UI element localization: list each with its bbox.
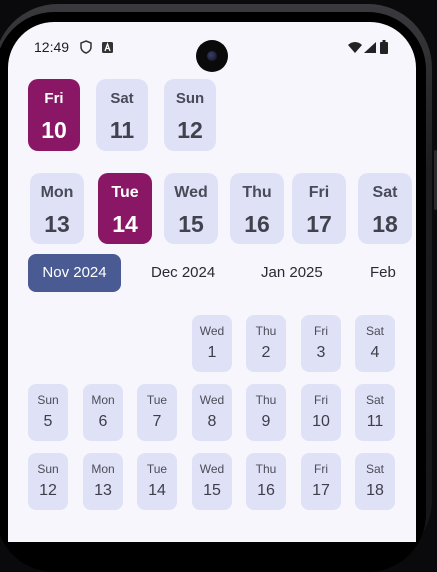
day-name: Fri xyxy=(314,393,328,407)
calendar-day[interactable]: Sat 18 xyxy=(355,453,395,510)
day-number: 3 xyxy=(316,344,326,361)
camera-cutout xyxy=(196,40,228,72)
day-number: 18 xyxy=(372,211,398,237)
calendar-day[interactable]: Sat 11 xyxy=(355,384,395,441)
day-name: Sat xyxy=(372,184,398,201)
day-tile[interactable]: Tue 14 xyxy=(98,173,152,244)
day-tile[interactable]: Thu 16 xyxy=(230,173,284,244)
day-number: 14 xyxy=(148,482,166,499)
calendar-day[interactable]: Tue 14 xyxy=(137,453,177,510)
day-number: 2 xyxy=(261,344,271,361)
day-number: 6 xyxy=(98,413,108,430)
calendar-day[interactable]: Sun 12 xyxy=(28,453,68,510)
day-name: Sun xyxy=(175,90,205,107)
day-name: Sat xyxy=(365,462,384,476)
calendar-day[interactable]: Mon 13 xyxy=(83,453,123,510)
calendar-day[interactable]: Wed 8 xyxy=(192,384,232,441)
day-number: 8 xyxy=(207,413,217,430)
day-number: 14 xyxy=(112,211,138,237)
day-name: Wed xyxy=(199,324,225,338)
day-number: 18 xyxy=(366,482,384,499)
day-number: 10 xyxy=(41,117,67,143)
a-letter-icon xyxy=(102,42,113,53)
day-name: Sun xyxy=(37,393,59,407)
calendar-day[interactable]: Thu 2 xyxy=(246,315,286,372)
calendar-day[interactable]: Sun 5 xyxy=(28,384,68,441)
day-number: 10 xyxy=(312,413,330,430)
day-name: Sat xyxy=(110,90,134,107)
day-name: Fri xyxy=(314,324,328,338)
calendar-day[interactable]: Fri 10 xyxy=(301,384,341,441)
calendar-day[interactable]: Wed 1 xyxy=(192,315,232,372)
day-number: 16 xyxy=(244,211,270,237)
screen: 12:49 Fri 10 Sat 11 Sun 12 Mon 13 Tue 14 Wed 15 Thu… xyxy=(8,22,416,542)
day-number: 12 xyxy=(39,482,57,499)
day-name: Wed xyxy=(199,393,225,407)
calendar-day[interactable]: Sat 4 xyxy=(355,315,395,372)
status-bar: 12:49 xyxy=(8,22,416,74)
day-number: 12 xyxy=(177,117,203,143)
month-chip[interactable]: Feb xyxy=(370,254,396,292)
wifi-icon xyxy=(348,42,362,53)
day-name: Tue xyxy=(146,393,168,407)
calendar-day[interactable]: Thu 16 xyxy=(246,453,286,510)
day-tile[interactable]: Sun 12 xyxy=(164,79,216,151)
day-tile[interactable]: Sat 11 xyxy=(96,79,148,151)
day-number: 15 xyxy=(178,211,204,237)
day-name: Wed xyxy=(174,184,208,201)
day-number: 4 xyxy=(370,344,380,361)
day-name: Sat xyxy=(365,393,384,407)
day-number: 17 xyxy=(306,211,332,237)
day-name: Mon xyxy=(40,184,74,201)
day-number: 11 xyxy=(109,117,135,143)
battery-icon xyxy=(380,40,388,54)
day-name: Mon xyxy=(91,393,115,407)
day-number: 13 xyxy=(44,211,70,237)
month-chip[interactable]: Dec 2024 xyxy=(151,254,215,292)
day-tile[interactable]: Fri 17 xyxy=(292,173,346,244)
day-number: 13 xyxy=(94,482,112,499)
calendar-day[interactable]: Mon 6 xyxy=(83,384,123,441)
shield-icon xyxy=(80,40,92,54)
day-name: Mon xyxy=(91,462,115,476)
day-name: Sun xyxy=(37,462,59,476)
month-chip[interactable]: Nov 2024 xyxy=(28,254,121,292)
day-number: 5 xyxy=(43,413,53,430)
month-selector: Nov 2024 Dec 2024 Jan 2025 Feb xyxy=(8,254,416,292)
day-name: Fri xyxy=(314,462,328,476)
day-number: 16 xyxy=(257,482,275,499)
day-name: Fri xyxy=(44,90,64,107)
day-number: 9 xyxy=(261,413,271,430)
calendar-day[interactable]: Tue 7 xyxy=(137,384,177,441)
calendar-day[interactable]: Fri 3 xyxy=(301,315,341,372)
calendar-day[interactable]: Thu 9 xyxy=(246,384,286,441)
day-name: Fri xyxy=(308,184,330,201)
signal-icon xyxy=(364,42,376,53)
day-tile[interactable]: Mon 13 xyxy=(30,173,84,244)
day-name: Tue xyxy=(111,184,139,201)
month-chip[interactable]: Jan 2025 xyxy=(261,254,323,292)
day-name: Thu xyxy=(255,324,277,338)
day-name: Sat xyxy=(365,324,384,338)
day-name: Tue xyxy=(146,462,168,476)
calendar-day[interactable]: Fri 17 xyxy=(301,453,341,510)
day-tile[interactable]: Wed 15 xyxy=(164,173,218,244)
day-name: Thu xyxy=(255,462,277,476)
day-name: Thu xyxy=(255,393,277,407)
day-number: 7 xyxy=(152,413,162,430)
day-tile[interactable]: Fri 10 xyxy=(28,79,80,151)
day-number: 1 xyxy=(207,344,217,361)
day-number: 17 xyxy=(312,482,330,499)
day-number: 11 xyxy=(366,413,384,430)
calendar-day[interactable]: Wed 15 xyxy=(192,453,232,510)
day-number: 15 xyxy=(203,482,221,499)
day-name: Wed xyxy=(199,462,225,476)
day-name: Thu xyxy=(242,184,272,201)
day-tile[interactable]: Sat 18 xyxy=(358,173,412,244)
status-time: 12:49 xyxy=(34,39,70,55)
